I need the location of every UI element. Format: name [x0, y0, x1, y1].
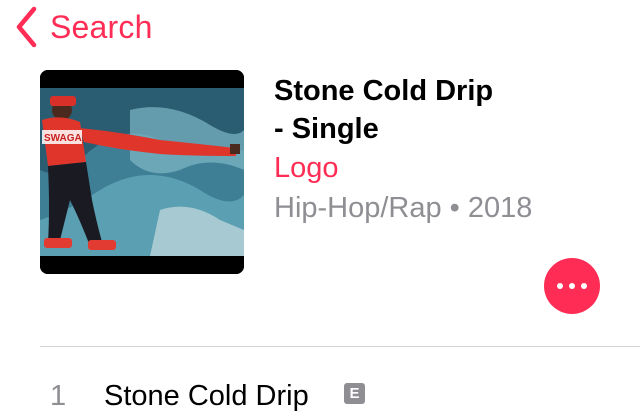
track-title: Stone Cold Drip: [104, 380, 309, 412]
track-number: 1: [50, 380, 67, 412]
divider: [40, 346, 640, 347]
ellipsis-icon: [569, 283, 575, 289]
back-button-label: Search: [50, 8, 153, 45]
album-artwork[interactable]: SWAGA: [40, 70, 244, 274]
back-button[interactable]: Search: [14, 4, 153, 50]
album-meta: Hip-Hop/Rap • 2018: [274, 192, 533, 224]
chevron-left-icon: [14, 4, 44, 50]
ellipsis-icon: [557, 283, 563, 289]
ellipsis-icon: [581, 283, 587, 289]
album-detail-screen: Search SWAGA Stone Cold Drip - Single Lo…: [0, 0, 640, 414]
explicit-badge: E: [344, 383, 365, 404]
more-options-button[interactable]: [544, 258, 600, 314]
album-title: Stone Cold Drip - Single: [274, 75, 494, 145]
svg-text:SWAGA: SWAGA: [44, 133, 82, 144]
track-row[interactable]: 1 Stone Cold Drip E: [0, 350, 640, 414]
artist-link[interactable]: Logo: [274, 148, 624, 188]
album-info: Stone Cold Drip - Single Logo Hip-Hop/Ra…: [274, 70, 624, 228]
